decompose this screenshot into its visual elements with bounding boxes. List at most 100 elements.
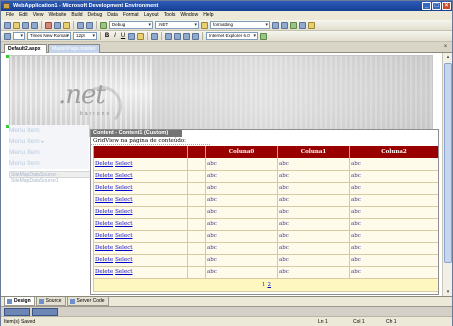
block-format-dropdown[interactable] [13,32,25,40]
nav-menu-item-label: Menu Item [9,138,40,145]
nav-menu-item[interactable]: Menu Item [9,158,89,169]
bold-button[interactable]: B [104,32,110,40]
find-in-files-icon[interactable] [201,21,208,29]
delete-link[interactable]: Delete [95,257,113,263]
find-combo[interactable]: formatting [210,21,270,29]
new-project-icon[interactable] [4,21,11,29]
menu-format[interactable]: Format [123,11,139,20]
menu-file[interactable]: File [6,11,14,20]
menu-edit[interactable]: Edit [19,11,28,20]
tab-masterpage-master[interactable]: MasterPage.master [48,44,100,53]
redo-icon[interactable] [86,21,93,29]
select-link[interactable]: Select [115,209,132,215]
grid-command-cell: Delete Select [93,266,188,279]
content-placeholder-panel[interactable]: Content - Content1 (Custom) GridView na … [90,129,439,295]
copy-icon[interactable] [54,21,61,29]
toolbar-separator [96,21,97,29]
start-page-icon[interactable] [308,21,315,29]
grid-header-coluna1: Coluna1 [277,146,350,158]
pager-page-link[interactable]: 2 [268,282,272,288]
status-char: Ch 1 [386,319,397,325]
outdent-icon[interactable] [183,32,190,40]
scroll-up-icon[interactable]: ▴ [444,53,452,61]
select-link[interactable]: Select [115,185,132,191]
grid-cell: abc [277,254,350,267]
style-icon[interactable] [4,32,11,40]
tab-default2-aspx[interactable]: Default2.aspx [4,44,47,53]
check-accessibility-icon[interactable] [260,32,267,40]
save-all-icon[interactable] [31,21,38,29]
bulleted-list-icon[interactable] [174,32,181,40]
save-icon[interactable] [22,21,29,29]
tab-source[interactable]: Source [35,297,66,306]
vertical-scrollbar[interactable]: ▴ ▾ [442,53,452,296]
align-icon[interactable] [151,32,158,40]
underline-button[interactable]: U [120,32,126,40]
gridview-control[interactable]: Coluna0 Coluna1 Coluna2 Delete Select abc a… [93,146,438,292]
select-link[interactable]: Select [115,245,132,251]
properties-icon[interactable] [281,21,288,29]
select-link[interactable]: Select [115,221,132,227]
menu-layout[interactable]: Layout [144,11,159,20]
object-browser-icon[interactable] [299,21,306,29]
select-link[interactable]: Select [115,257,132,263]
delete-link[interactable]: Delete [95,185,113,191]
tab-design[interactable]: Design [4,297,35,306]
toolbox-icon[interactable] [290,21,297,29]
task-list-tab[interactable] [32,308,58,316]
italic-button[interactable]: I [112,32,118,40]
delete-link[interactable]: Delete [95,173,113,179]
minimize-button[interactable]: _ [422,2,431,10]
solution-config-dropdown[interactable]: Debug [109,21,153,29]
menu-view[interactable]: View [33,11,44,20]
menu-tools[interactable]: Tools [164,11,176,20]
select-link[interactable]: Select [115,269,132,275]
menu-build[interactable]: Build [71,11,82,20]
scroll-down-icon[interactable]: ▾ [444,288,452,296]
delete-link[interactable]: Delete [95,221,113,227]
start-debug-icon[interactable] [100,21,107,29]
font-name-dropdown[interactable]: Times New Roman [27,32,71,40]
paste-icon[interactable] [63,21,70,29]
nav-menu-item[interactable]: Menu Item ▸ [9,136,89,147]
sitemap-datasource-control[interactable]: SiteMapDataSource - SiteMapDataSource1 [9,171,97,184]
font-size-dropdown[interactable]: 12pt [73,32,97,40]
menu-window[interactable]: Window [180,11,198,20]
tab-source-label: Source [45,298,62,304]
output-window-tab[interactable] [4,308,30,316]
delete-link[interactable]: Delete [95,245,113,251]
close-document-icon[interactable]: × [442,44,449,51]
delete-link[interactable]: Delete [95,233,113,239]
highlight-icon[interactable] [137,32,144,40]
cut-icon[interactable] [45,21,52,29]
delete-link[interactable]: Delete [95,269,113,275]
scrollbar-thumb[interactable] [444,63,452,263]
menu-data[interactable]: Data [107,11,118,20]
close-button[interactable]: × [442,2,451,10]
numbered-list-icon[interactable] [165,32,172,40]
menu-help[interactable]: Help [203,11,213,20]
open-file-icon[interactable] [13,21,20,29]
maximize-button[interactable]: □ [432,2,441,10]
select-link[interactable]: Select [115,197,132,203]
menu-debug[interactable]: Debug [88,11,103,20]
select-link[interactable]: Select [115,173,132,179]
delete-link[interactable]: Delete [95,209,113,215]
font-color-icon[interactable] [128,32,135,40]
target-schema-dropdown[interactable]: Internet Explorer 6.0 [206,32,258,40]
tab-server-code[interactable]: Server Code [66,297,109,306]
nav-menu-item[interactable]: Menu Item [9,125,89,136]
select-link[interactable]: Select [115,161,132,167]
delete-link[interactable]: Delete [95,161,113,167]
delete-link[interactable]: Delete [95,197,113,203]
nav-menu-item[interactable]: Menu Item [9,147,89,158]
grid-cell: abc [205,266,278,279]
grid-cell: abc [349,194,438,207]
undo-icon[interactable] [77,21,84,29]
select-link[interactable]: Select [115,233,132,239]
content-panel-header: Content - Content1 (Custom) [91,130,182,137]
menu-website[interactable]: Website [48,11,66,20]
platform-dropdown[interactable]: .NET [155,21,199,29]
indent-icon[interactable] [192,32,199,40]
solution-explorer-icon[interactable] [272,21,279,29]
